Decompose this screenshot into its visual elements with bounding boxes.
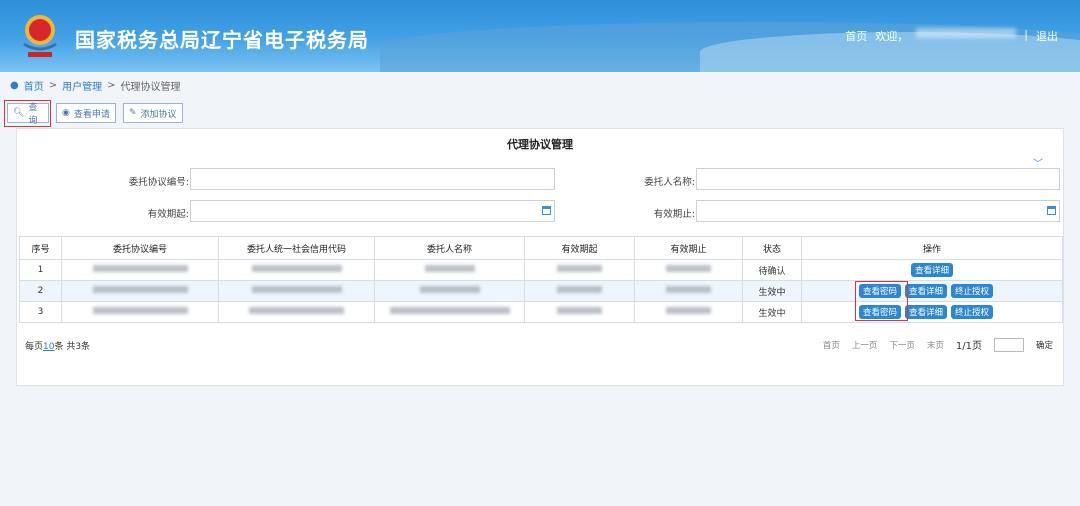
calendar-icon[interactable] bbox=[1047, 206, 1056, 215]
next-page-link[interactable]: 下一页 bbox=[889, 339, 915, 351]
last-page-link[interactable]: 末页 bbox=[927, 339, 944, 351]
redacted-cell bbox=[92, 286, 188, 293]
tax-emblem-logo bbox=[23, 15, 57, 57]
redacted-cell bbox=[251, 265, 342, 272]
redacted-cell bbox=[557, 286, 602, 293]
welcome-text: 欢迎， bbox=[875, 30, 909, 43]
redacted-cell bbox=[419, 286, 480, 293]
logout-link[interactable]: 退出 bbox=[1036, 28, 1058, 44]
confirm-jump-button[interactable]: 确定 bbox=[1036, 339, 1053, 351]
breadcrumb-home[interactable]: 首页 bbox=[24, 78, 44, 93]
redacted-cell bbox=[92, 265, 188, 272]
home-link[interactable]: 首页 bbox=[845, 28, 867, 44]
current-page: 1/1页 bbox=[955, 341, 982, 352]
first-page-link[interactable]: 首页 bbox=[823, 339, 840, 351]
table-row: 1 待确认 查看详细 bbox=[19, 259, 1063, 281]
page-size-info: 每页10条 共3条 bbox=[25, 339, 90, 352]
view-detail-button[interactable]: 查看详细 bbox=[910, 263, 953, 277]
location-pin-icon: ● bbox=[10, 80, 19, 91]
status: 待确认 bbox=[742, 259, 802, 281]
username-redacted bbox=[916, 28, 1017, 38]
table-header-row: 序号 委托协议编号 委托人统一社会信用代码 委托人名称 有效期起 有效期止 状态… bbox=[19, 236, 1063, 260]
redacted-cell bbox=[251, 286, 342, 293]
redacted-cell bbox=[557, 265, 602, 272]
separator: | bbox=[1024, 28, 1028, 41]
breadcrumb-sep: > bbox=[48, 80, 58, 91]
add-agreement-button[interactable]: ✎ 添加协议 bbox=[123, 103, 183, 123]
page-size-link[interactable]: 10 bbox=[43, 342, 54, 352]
row-no: 2 bbox=[19, 280, 62, 302]
status: 生效中 bbox=[742, 280, 802, 302]
col-header: 委托协议编号 bbox=[61, 236, 219, 260]
status: 生效中 bbox=[742, 301, 802, 323]
site-title: 国家税务总局辽宁省电子税务局 bbox=[75, 28, 369, 52]
valid-to-label: 有效期止: bbox=[653, 209, 695, 220]
breadcrumb: ● 首页 > 用户管理 > 代理协议管理 bbox=[10, 78, 181, 93]
redacted-cell bbox=[666, 286, 711, 293]
redacted-cell bbox=[557, 307, 602, 314]
view-apply-button[interactable]: ◉ 查看申请 bbox=[56, 103, 116, 123]
prev-page-link[interactable]: 上一页 bbox=[852, 339, 878, 351]
col-header: 序号 bbox=[19, 236, 62, 260]
breadcrumb-sep: > bbox=[107, 80, 116, 91]
agreement-no-input[interactable] bbox=[190, 168, 555, 190]
redacted-cell bbox=[92, 307, 188, 314]
breadcrumb-user-mgmt[interactable]: 用户管理 bbox=[62, 78, 102, 93]
redacted-cell bbox=[666, 265, 711, 272]
row-no: 3 bbox=[19, 301, 62, 323]
redacted-cell bbox=[424, 265, 475, 272]
total-count: 条 共3条 bbox=[54, 342, 91, 352]
client-name-label: 委托人名称: bbox=[644, 177, 695, 188]
redacted-cell bbox=[249, 307, 344, 314]
client-name-input[interactable] bbox=[696, 168, 1060, 190]
main-panel: 代理协议管理 ﹀ 委托协议编号: 委托人名称: 有效期起: 有效期止: 序号 委… bbox=[16, 128, 1064, 386]
valid-to-input[interactable] bbox=[696, 200, 1060, 222]
redacted-cell bbox=[666, 307, 711, 314]
edit-icon: ✎ bbox=[129, 108, 137, 118]
view-apply-label: 查看申请 bbox=[73, 109, 110, 120]
eye-icon: ◉ bbox=[62, 108, 70, 118]
site-header: 国家税务总局辽宁省电子税务局 首页 欢迎， | 退出 bbox=[0, 0, 1080, 72]
highlight-box bbox=[4, 100, 51, 127]
per-page-prefix: 每页 bbox=[25, 342, 44, 352]
add-agreement-label: 添加协议 bbox=[140, 109, 177, 120]
row-no: 1 bbox=[19, 259, 62, 281]
breadcrumb-current: 代理协议管理 bbox=[120, 82, 181, 93]
view-detail-button[interactable]: 查看详细 bbox=[905, 305, 948, 319]
col-header: 委托人名称 bbox=[374, 236, 525, 260]
col-header: 委托人统一社会信用代码 bbox=[218, 236, 375, 260]
col-header: 操作 bbox=[801, 236, 1063, 260]
col-header: 有效期起 bbox=[524, 236, 635, 260]
calendar-icon[interactable] bbox=[542, 206, 551, 215]
view-detail-button[interactable]: 查看详细 bbox=[905, 284, 948, 298]
valid-from-input[interactable] bbox=[190, 200, 555, 222]
highlight-box bbox=[855, 281, 908, 321]
agreement-no-label: 委托协议编号: bbox=[128, 177, 189, 188]
col-header: 有效期止 bbox=[634, 236, 743, 260]
col-header: 状态 bbox=[742, 236, 802, 260]
pagination: 首页 上一页 下一页 末页 1/1页 确定 bbox=[823, 337, 1053, 352]
page-jump-input[interactable] bbox=[993, 337, 1024, 352]
redacted-cell bbox=[389, 307, 510, 314]
terminate-auth-button[interactable]: 终止授权 bbox=[951, 305, 994, 319]
valid-from-label: 有效期起: bbox=[147, 209, 189, 220]
terminate-auth-button[interactable]: 终止授权 bbox=[951, 284, 994, 298]
page-title: 代理协议管理 bbox=[507, 138, 573, 151]
